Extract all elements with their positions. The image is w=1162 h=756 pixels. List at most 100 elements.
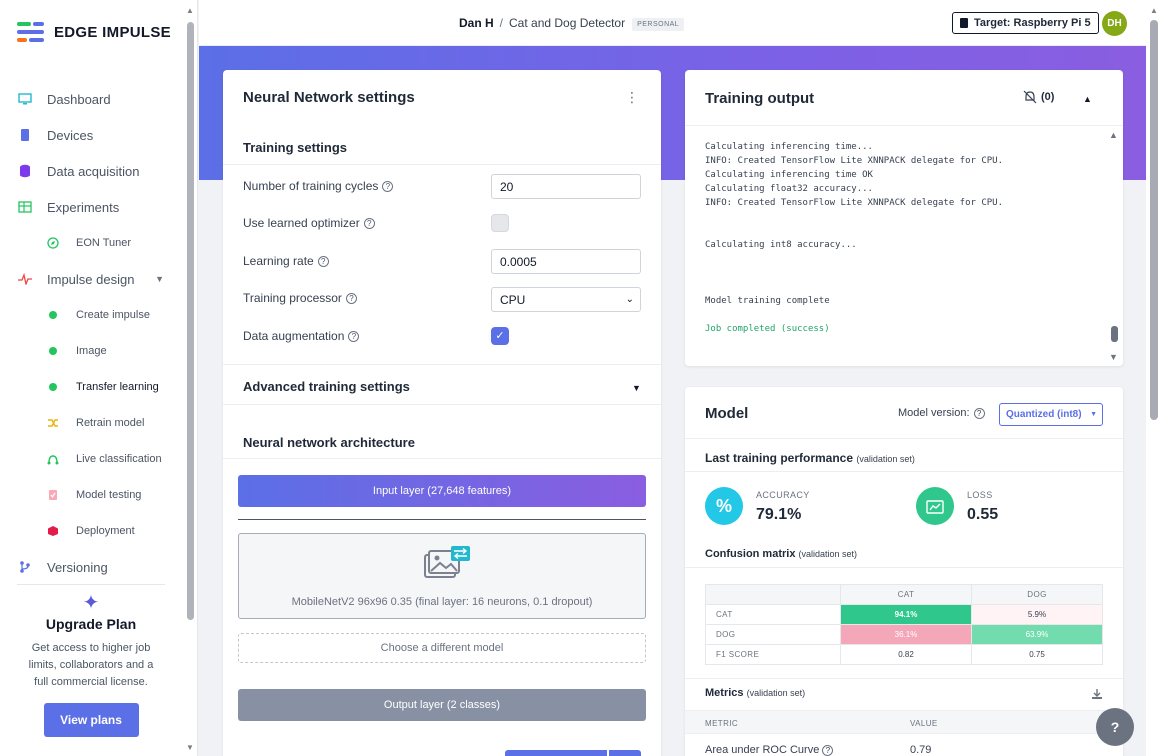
view-plans-button[interactable]: View plans — [43, 703, 139, 737]
divider — [685, 678, 1123, 679]
data-augmentation-checkbox[interactable]: ✓ — [491, 327, 509, 345]
accuracy-icon: % — [705, 487, 743, 525]
sidebar-item-label: EON Tuner — [76, 237, 132, 249]
target-device-button[interactable]: Target: Raspberry Pi 5 — [952, 12, 1099, 34]
avatar[interactable]: DH — [1102, 11, 1127, 36]
table-row: F1 SCORE 0.82 0.75 — [705, 644, 1103, 665]
sidebar-item-deployment[interactable]: Deployment — [0, 513, 186, 549]
neural-network-settings-card: Neural Network settings ⋮ Training setti… — [223, 70, 661, 756]
model-version-select[interactable]: Quantized (int8) ▼ — [999, 403, 1103, 426]
help-button[interactable]: ? — [1096, 708, 1134, 746]
status-dot-icon — [47, 345, 59, 357]
learned-optimizer-checkbox[interactable] — [491, 214, 509, 232]
confusion-matrix: CAT DOG CAT 94.1% 5.9% DOG 36.1% 63.9% F… — [705, 584, 1103, 665]
scroll-up-icon[interactable]: ▲ — [1109, 130, 1118, 140]
bell-off-icon — [1023, 90, 1037, 104]
chip-icon — [960, 18, 968, 28]
sidebar-item-label: Create impulse — [76, 309, 150, 321]
divider — [685, 438, 1123, 439]
cube-icon — [47, 525, 59, 537]
sidebar-item-impulse-design[interactable]: Impulse design ▼ — [0, 261, 186, 297]
start-training-button[interactable] — [505, 750, 607, 756]
scroll-thumb[interactable] — [1111, 326, 1118, 342]
sidebar-scrollbar[interactable]: ▲ ▼ — [186, 6, 195, 752]
route-icon — [47, 453, 59, 465]
logo[interactable]: EDGE IMPULSE — [17, 22, 171, 42]
scroll-down-icon[interactable]: ▼ — [186, 743, 194, 752]
sidebar-item-data-acquisition[interactable]: Data acquisition — [0, 153, 186, 189]
loss-chart-icon — [916, 487, 954, 525]
training-log: Calculating inferencing time... INFO: Cr… — [705, 142, 1004, 334]
training-cycles-input[interactable]: 20 — [491, 174, 641, 199]
sidebar-item-model-testing[interactable]: Model testing — [0, 477, 186, 513]
sidebar-item-transfer-learning[interactable]: Transfer learning — [0, 369, 186, 405]
help-icon[interactable]: ? — [822, 744, 834, 756]
sidebar-item-image[interactable]: Image — [0, 333, 186, 369]
scroll-thumb[interactable] — [1150, 20, 1158, 420]
matrix-cell: 5.9% — [971, 604, 1103, 625]
learning-rate-label: Learning rate — [243, 254, 314, 268]
chevron-down-icon: ▼ — [1090, 411, 1097, 418]
breadcrumb-project[interactable]: Cat and Dog Detector — [509, 16, 625, 30]
sidebar-item-dashboard[interactable]: Dashboard — [0, 81, 186, 117]
chevron-down-icon[interactable]: ▼ — [632, 383, 641, 393]
card-title: Training output — [705, 90, 815, 107]
log-scrollbar[interactable]: ▲ ▼ — [1109, 130, 1119, 362]
sidebar-item-label: Deployment — [76, 525, 135, 537]
choose-different-model-button[interactable]: Choose a different model — [238, 633, 646, 663]
sidebar-item-experiments[interactable]: Experiments — [0, 189, 186, 225]
chevron-down-icon: ⌄ — [625, 294, 634, 305]
sidebar-item-versioning[interactable]: Versioning — [0, 549, 186, 585]
table-row: Area under ROC Curve? — [705, 744, 834, 756]
scroll-up-icon[interactable]: ▲ — [1150, 6, 1158, 15]
learning-rate-input[interactable]: 0.0005 — [491, 249, 641, 274]
breadcrumb-user[interactable]: Dan H — [459, 16, 494, 30]
collapse-icon[interactable]: ▲ — [1083, 94, 1092, 104]
notifications-toggle[interactable]: (0) — [1023, 90, 1054, 104]
branch-icon — [18, 560, 32, 574]
table-icon — [18, 200, 32, 214]
main-scrollbar[interactable]: ▲ — [1146, 0, 1162, 756]
help-icon[interactable]: ? — [382, 180, 394, 192]
sidebar-item-eon-tuner[interactable]: EON Tuner — [0, 225, 186, 261]
sidebar-item-label: Dashboard — [47, 91, 111, 107]
chevron-down-icon[interactable]: ▼ — [155, 274, 164, 284]
advanced-settings-toggle[interactable]: Advanced training settings — [243, 379, 410, 394]
status-dot-icon — [47, 381, 59, 393]
scroll-thumb[interactable] — [187, 22, 194, 620]
monitor-icon — [18, 92, 32, 106]
sidebar-item-create-impulse[interactable]: Create impulse — [0, 297, 186, 333]
scroll-up-icon[interactable]: ▲ — [186, 6, 194, 15]
upgrade-description: Get access to higher job limits, collabo… — [28, 642, 154, 688]
help-icon[interactable]: ? — [363, 217, 375, 229]
loss-value: 0.55 — [967, 506, 999, 523]
model-layer[interactable]: MobileNetV2 96x96 0.35 (final layer: 16 … — [238, 533, 646, 619]
input-layer[interactable]: Input layer (27,648 features) — [238, 475, 646, 507]
learned-optimizer-row: Use learned optimizer? — [243, 210, 641, 236]
data-augmentation-row: Data augmentation? — [243, 323, 641, 349]
help-icon[interactable]: ? — [973, 407, 985, 419]
help-icon[interactable]: ? — [348, 330, 360, 342]
divider — [685, 125, 1123, 126]
sidebar-item-devices[interactable]: Devices — [0, 117, 186, 153]
more-options-icon[interactable]: ⋮ — [625, 90, 639, 104]
scroll-down-icon[interactable]: ▼ — [1109, 352, 1118, 362]
training-processor-select[interactable]: CPU ⌄ — [491, 287, 641, 312]
help-icon[interactable]: ? — [345, 292, 357, 304]
row-label: DOG — [705, 624, 841, 645]
help-icon[interactable]: ? — [317, 255, 329, 267]
sidebar-item-retrain-model[interactable]: Retrain model — [0, 405, 186, 441]
sidebar-item-label: Model testing — [76, 489, 142, 501]
training-output-card: Training output (0) ▲ Calculating infere… — [685, 70, 1123, 366]
matrix-cell: 0.82 — [840, 644, 972, 665]
accuracy-value: 79.1% — [756, 506, 802, 523]
sidebar-nav: Dashboard Devices Data acquisition Exper… — [0, 81, 186, 585]
output-layer[interactable]: Output layer (2 classes) — [238, 689, 646, 721]
sidebar-item-live-classification[interactable]: Live classification — [0, 441, 186, 477]
matrix-cell: 63.9% — [971, 624, 1103, 645]
download-icon[interactable] — [1091, 687, 1103, 705]
shuffle-icon — [47, 417, 59, 429]
layer-separator — [238, 519, 646, 520]
training-options-button[interactable] — [609, 750, 641, 756]
sidebar-item-label: Impulse design — [47, 271, 135, 287]
